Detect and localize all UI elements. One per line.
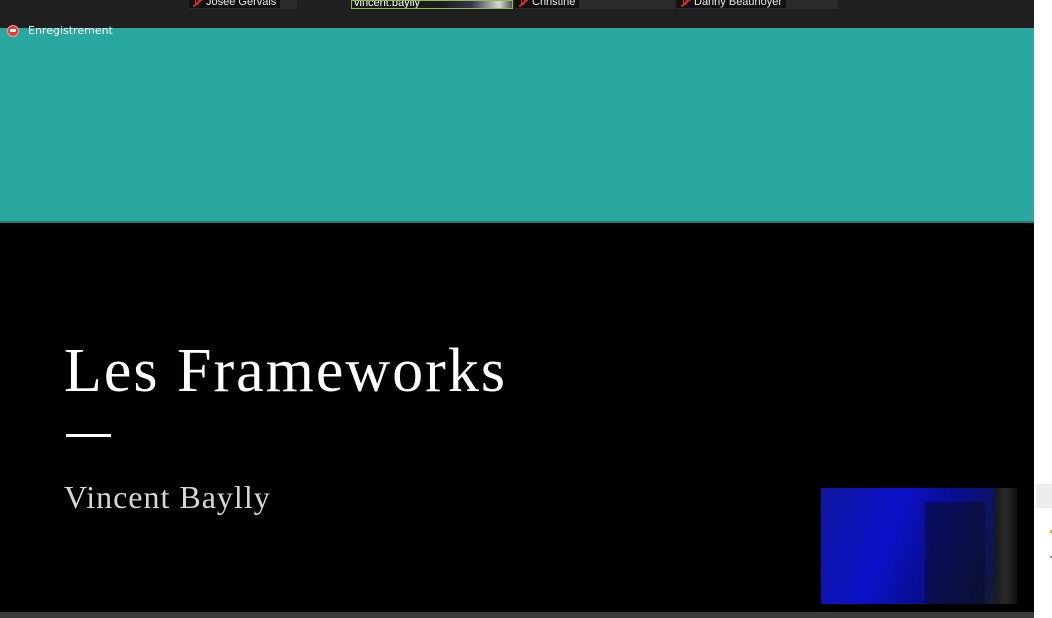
slide-title: Les Frameworks xyxy=(64,337,507,405)
meeting-window: Josée Gervais vincent.baylly Christine D… xyxy=(0,0,1034,618)
participant-name-tag: Josée Gervais xyxy=(189,0,281,8)
record-icon xyxy=(7,24,19,37)
slide-header-band xyxy=(0,28,1034,223)
participant-tile[interactable]: Danny Beauhoyer xyxy=(677,0,838,9)
video-edge-shape xyxy=(995,488,1017,604)
participant-name-tag: vincent.baylly xyxy=(352,0,424,9)
participant-strip: Josée Gervais vincent.baylly Christine D… xyxy=(0,0,1034,28)
mic-muted-icon xyxy=(191,0,203,8)
bottom-edge xyxy=(0,612,1034,618)
video-background-shape xyxy=(925,502,985,604)
participant-name: Christine xyxy=(532,0,576,8)
right-edge-panel xyxy=(1034,0,1052,618)
slide-subtitle: Vincent Baylly xyxy=(64,479,271,515)
recording-indicator[interactable]: Enregistrement xyxy=(7,24,113,37)
participant-tile[interactable]: Christine xyxy=(515,0,675,9)
mic-muted-icon xyxy=(517,0,529,8)
participant-tile[interactable]: Josée Gervais xyxy=(189,0,297,9)
mic-muted-icon xyxy=(679,0,691,8)
participant-name: Josée Gervais xyxy=(206,0,277,8)
participant-name: vincent.baylly xyxy=(354,0,421,9)
participant-name: Danny Beauhoyer xyxy=(694,0,783,8)
recording-label: Enregistrement xyxy=(28,24,113,37)
participant-tile-active[interactable]: vincent.baylly xyxy=(351,0,513,9)
panel-bar xyxy=(1036,484,1052,508)
participant-name-tag: Christine xyxy=(515,0,580,8)
participant-name-tag: Danny Beauhoyer xyxy=(677,0,787,8)
title-divider xyxy=(66,434,111,437)
self-view-video[interactable] xyxy=(821,488,1017,604)
